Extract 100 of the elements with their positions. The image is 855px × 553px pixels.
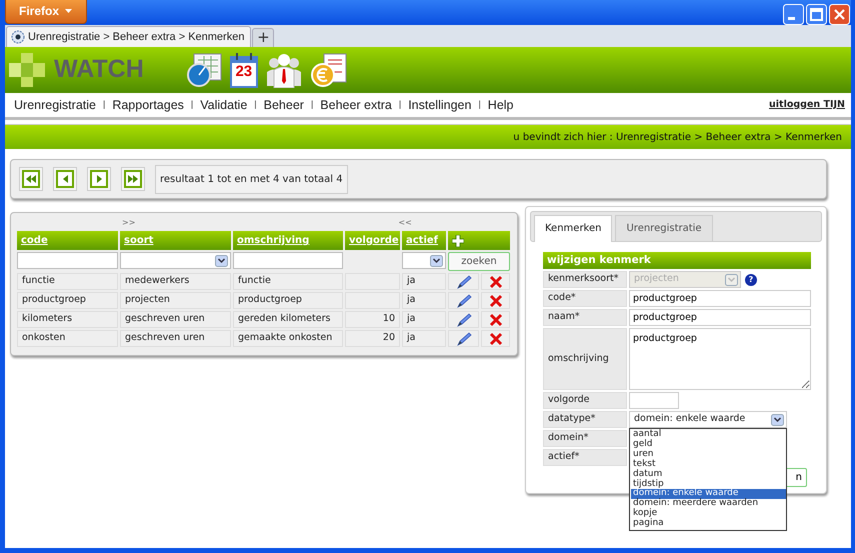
caret-icon <box>65 9 72 13</box>
table-cell: geschreven uren <box>120 330 231 347</box>
dropdown-option[interactable]: tijdstip <box>631 480 786 490</box>
search-button[interactable]: zoeken <box>448 252 510 271</box>
delete-icon[interactable] <box>488 294 502 308</box>
menu-separator: | <box>310 98 314 112</box>
breadcrumb: u bevindt zich hier : Urenregistratie > Beheer extra > Kenmerken <box>513 130 842 144</box>
dropdown-option[interactable]: kopje <box>631 509 786 520</box>
dropdown-option[interactable]: domein: meerdere waarden <box>631 499 786 510</box>
edit-button[interactable] <box>448 273 479 290</box>
dropdown[interactable]: domein: enkele waarde <box>629 411 787 428</box>
filter-input[interactable] <box>17 252 118 269</box>
table-cell: 20 <box>345 330 400 347</box>
new-tab-button[interactable]: + <box>252 28 274 47</box>
pencil-icon[interactable] <box>456 274 472 288</box>
browser-tab[interactable]: Urenregistratie > Beheer extra > Kenmerken <box>6 26 252 47</box>
table-cell: gemaakte onkosten <box>233 330 343 347</box>
menu-link[interactable]: Urenregistratie <box>14 96 96 114</box>
result-count: resultaat 1 tot en met 4 van totaal 4 <box>155 164 348 194</box>
previous-icon[interactable] <box>62 175 68 183</box>
last-page-icon[interactable] <box>128 175 138 183</box>
dropdown-option[interactable]: geld <box>631 440 786 450</box>
delete-icon[interactable] <box>488 332 502 346</box>
tab[interactable]: Urenregistratie <box>615 215 713 241</box>
table-cell: functie <box>17 273 118 290</box>
delete-button[interactable] <box>481 292 510 309</box>
table-cell: functie <box>233 273 343 290</box>
field-label: domein* <box>543 430 627 447</box>
field-label: naam* <box>543 309 627 326</box>
shift-right-link[interactable]: >> <box>122 217 136 231</box>
first-page-icon[interactable] <box>26 175 36 183</box>
menu-separator: | <box>190 98 194 112</box>
table-cell: projecten <box>120 292 231 309</box>
pencil-icon[interactable] <box>456 312 472 326</box>
page-icon <box>11 30 25 44</box>
delete-button[interactable] <box>481 273 510 290</box>
menu-link[interactable]: Rapportages <box>112 96 184 114</box>
menu-separator: | <box>398 98 402 112</box>
dropdown-option[interactable]: uren <box>631 450 786 460</box>
maximize-button[interactable] <box>806 4 827 25</box>
dropdown-option[interactable]: tekst <box>631 460 786 470</box>
table-cell: ja <box>402 330 446 347</box>
shift-left-link[interactable]: << <box>398 217 412 231</box>
field-label: omschrijving <box>543 328 627 390</box>
table-cell: gereden kilometers <box>233 311 343 328</box>
close-button[interactable] <box>829 4 850 25</box>
menu-link[interactable]: Instellingen <box>408 96 472 114</box>
menu-link[interactable]: Help <box>488 96 514 114</box>
next-page-button[interactable] <box>87 167 111 191</box>
next-icon[interactable] <box>96 175 102 183</box>
field-label: datatype* <box>543 411 627 428</box>
menu-link[interactable]: Beheer extra <box>320 96 392 114</box>
table-cell: 10 <box>345 311 400 328</box>
delete-button[interactable] <box>481 311 510 328</box>
filter-input[interactable] <box>233 252 343 269</box>
table-cell: medewerkers <box>120 273 231 290</box>
description-textarea[interactable]: productgroep <box>629 328 811 390</box>
last-page-button[interactable] <box>121 167 145 191</box>
filter-select[interactable] <box>402 252 446 269</box>
menu-separator: | <box>102 98 106 112</box>
table-cell: productgroep <box>17 292 118 309</box>
table-cell: geschreven uren <box>120 311 231 328</box>
first-page-button[interactable] <box>19 167 43 191</box>
edit-button[interactable] <box>448 292 479 309</box>
menu-link[interactable]: Beheer <box>264 96 304 114</box>
table-cell: onkosten <box>17 330 118 347</box>
logo-icon <box>9 53 45 87</box>
field-label: actief* <box>543 449 627 466</box>
clock-calendar-icon[interactable] <box>186 52 222 88</box>
edit-button[interactable] <box>448 311 479 328</box>
previous-page-button[interactable] <box>53 167 77 191</box>
table-cell: productgroep <box>233 292 343 309</box>
delete-icon[interactable] <box>488 312 502 326</box>
text-input[interactable]: productgroep <box>629 309 811 326</box>
field-label: volgorde <box>543 392 627 409</box>
field-label: kenmerksoort* <box>543 271 627 288</box>
pencil-icon[interactable] <box>456 332 472 346</box>
tab[interactable]: Kenmerken <box>534 215 612 242</box>
menu-link[interactable]: Validatie <box>200 96 248 114</box>
people-icon[interactable] <box>266 52 302 88</box>
dropdown-option[interactable]: aantal <box>631 430 786 440</box>
number-input[interactable] <box>629 392 679 409</box>
pencil-icon[interactable] <box>456 294 472 308</box>
delete-button[interactable] <box>481 330 510 347</box>
euro-invoice-icon[interactable] <box>310 52 348 88</box>
dropdown-option[interactable]: domein: enkele waarde <box>631 489 786 500</box>
app-logo: WATCH <box>54 54 144 86</box>
delete-icon[interactable] <box>488 274 502 288</box>
table-cell: ja <box>402 292 446 309</box>
text-input[interactable]: productgroep <box>629 290 811 307</box>
form-title: wijzigen kenmerk <box>543 252 811 269</box>
logout-link[interactable]: uitloggen TIJN <box>769 98 845 112</box>
dropdown-option[interactable]: pagina <box>631 519 786 530</box>
menu-separator: | <box>478 98 481 112</box>
table-cell: ja <box>402 311 446 328</box>
edit-button[interactable] <box>448 330 479 347</box>
table-cell: ja <box>402 273 446 290</box>
dropdown-option[interactable]: datum <box>631 470 786 480</box>
minimize-button[interactable] <box>783 4 804 25</box>
add-icon[interactable] <box>452 234 464 246</box>
